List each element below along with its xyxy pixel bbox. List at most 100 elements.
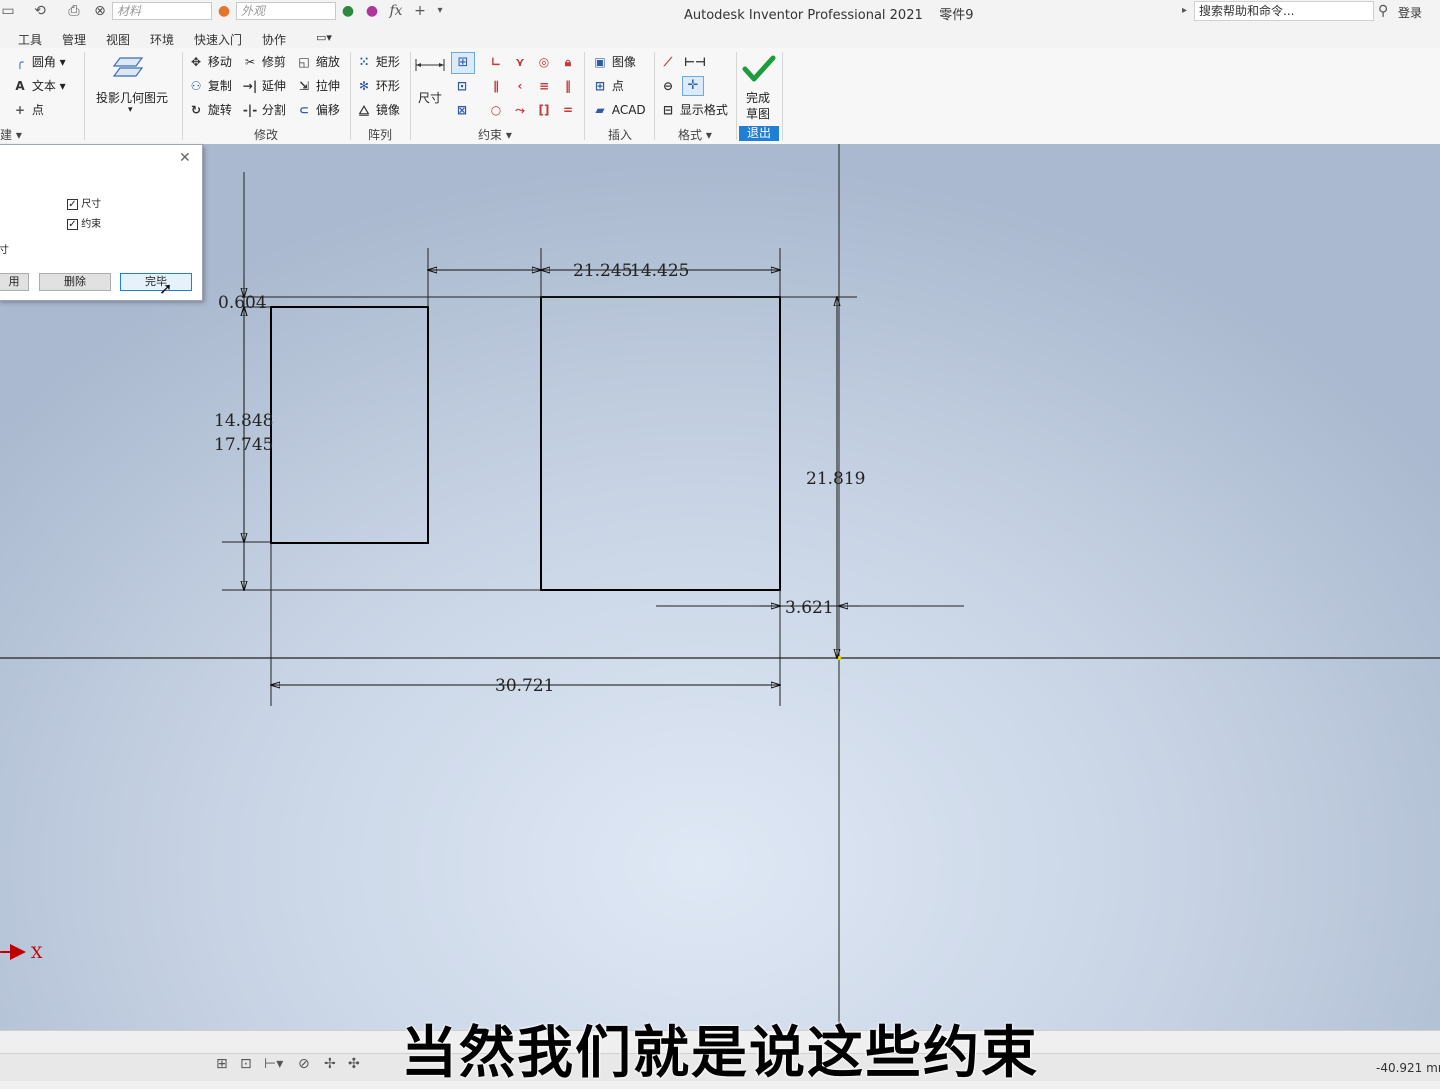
material-combo[interactable]: 材料 — [112, 2, 212, 20]
dimension-value[interactable]: 14.848 — [214, 411, 273, 431]
chevron-right-icon[interactable]: ▸ — [1182, 5, 1187, 16]
insert-acad-button[interactable]: ▰ ACAD — [592, 102, 645, 118]
apply-button[interactable]: 用 — [0, 273, 29, 291]
tab-collaborate[interactable]: 协作 — [262, 31, 286, 48]
adjust-icon[interactable]: ● — [340, 3, 356, 19]
insert-image-button[interactable]: ▣ 图像 — [592, 54, 636, 70]
image-icon: ▣ — [594, 55, 606, 69]
parameters-button[interactable]: fx — [388, 3, 404, 19]
format-group-label[interactable]: 格式 ▾ — [678, 126, 712, 143]
offset-icon: ⊂ — [298, 103, 310, 117]
point-button[interactable]: + 点 — [12, 102, 44, 118]
concentric-icon[interactable]: ◎ — [536, 54, 552, 70]
tab-view[interactable]: 视图 — [106, 31, 130, 48]
driven-dimension-icon[interactable]: ⊢⊣ — [684, 54, 706, 70]
dimension-value[interactable]: 0.604 — [218, 293, 267, 313]
sketch-rectangle-right[interactable] — [540, 296, 781, 591]
extend-icon: →| — [242, 79, 258, 93]
copy-button[interactable]: ⚇ 复制 — [188, 78, 232, 94]
smooth-icon[interactable]: ○ — [488, 102, 504, 118]
scale-icon: ◱ — [298, 55, 310, 69]
print-icon[interactable]: ⎙ — [66, 3, 82, 19]
save-icon[interactable]: ▭ — [0, 3, 16, 19]
tangent-icon[interactable]: ‹ — [512, 78, 528, 94]
ribbon-panel: ╭ 圆角 ▾ A 文本 ▾ + 点 建 ▾ 投影几何图元 ▾ ✥ 移动 ⚇ 复制… — [0, 48, 1440, 145]
format-icon: ⊟ — [662, 103, 674, 117]
ribbon-tabs: 工具 管理 视图 环境 快速入门 协作 ▭▾ — [0, 24, 1440, 49]
dimension-value[interactable]: 3.621 — [785, 598, 834, 618]
split-button[interactable]: -|- 分割 — [242, 102, 286, 118]
video-subtitle: 当然我们就是说这些约束 — [401, 1021, 1039, 1086]
undo-icon[interactable]: ⟲ — [32, 3, 48, 19]
dimension-button[interactable]: 尺寸 — [418, 90, 442, 106]
vertical-icon[interactable]: ‖ — [560, 78, 576, 94]
customize-chevron-icon[interactable]: ▾ — [432, 3, 448, 19]
appearance-combo[interactable]: 外观 — [236, 2, 336, 20]
dimension-value[interactable]: 21.245 — [573, 261, 632, 281]
dimension-value[interactable]: 21.819 — [806, 469, 865, 489]
equal-icon[interactable]: = — [560, 102, 576, 118]
insert-points-button[interactable]: ⊞ 点 — [592, 78, 624, 94]
checkbox-checked-icon: ✓ — [67, 198, 78, 210]
project-geometry-icon — [112, 54, 152, 80]
clear-appearance-icon[interactable]: ● — [364, 3, 380, 19]
extension-lines — [222, 172, 964, 706]
done-button[interactable]: 完毕 — [120, 273, 192, 291]
mirror-button[interactable]: ⧋ 镜像 — [356, 102, 400, 118]
tab-get-started[interactable]: 快速入门 — [194, 31, 242, 48]
create-group-label[interactable]: 建 ▾ — [0, 126, 22, 143]
symmetric-icon[interactable]: ⤳ — [512, 102, 528, 118]
perpendicular-icon[interactable]: ∟ — [488, 54, 504, 70]
scale-button[interactable]: ◱ 缩放 — [296, 54, 340, 70]
move-button[interactable]: ✥ 移动 — [188, 54, 232, 70]
horizontal-icon[interactable]: [] — [536, 102, 552, 118]
plus-icon[interactable]: + — [412, 3, 428, 19]
dimension-checkbox[interactable]: ✓ 尺寸 — [67, 195, 101, 210]
dimension-value[interactable]: 30.721 — [495, 676, 554, 696]
stretch-button[interactable]: ⇲ 拉伸 — [296, 78, 340, 94]
delete-button[interactable]: 删除 — [39, 273, 111, 291]
finish-sketch-check-icon[interactable] — [742, 54, 776, 84]
move-icon: ✥ — [190, 55, 202, 69]
trim-button[interactable]: ✂ 修剪 — [242, 54, 286, 70]
fix-icon[interactable]: 🔒︎ — [560, 54, 576, 70]
rotate-icon: ↻ — [190, 103, 202, 117]
graphics-window[interactable]: 0.604 21.245 14.425 14.848 17.745 21.819… — [0, 144, 1440, 1030]
fillet-button[interactable]: ╭ 圆角 ▾ — [12, 54, 65, 70]
show-format-button[interactable]: ⊟ 显示格式 — [660, 102, 728, 118]
rect-pattern-button[interactable]: ⁙ 矩形 — [356, 54, 400, 70]
rotate-button[interactable]: ↻ 旋转 — [188, 102, 232, 118]
panel-options-icon[interactable]: ▭▾ — [316, 31, 332, 44]
close-icon[interactable]: ✕ — [179, 150, 191, 166]
extend-button[interactable]: →| 延伸 — [242, 78, 286, 94]
coincident-icon[interactable]: ⋎ — [512, 54, 528, 70]
offset-button[interactable]: ⊂ 偏移 — [296, 102, 340, 118]
show-constraints-icon[interactable]: ⊡ — [454, 78, 470, 94]
dimension-value[interactable]: 17.745 — [214, 435, 273, 455]
separator — [84, 52, 85, 140]
tab-tools[interactable]: 工具 — [18, 31, 42, 48]
dimension-value[interactable]: 14.425 — [630, 261, 689, 281]
constrain-group-label[interactable]: 约束 ▾ — [478, 126, 512, 143]
help-search-input[interactable]: 搜索帮助和命令... — [1194, 1, 1374, 21]
center-point-icon[interactable]: ✛ — [682, 76, 704, 96]
sketch-rectangle-left[interactable] — [270, 306, 429, 544]
construction-icon[interactable]: ⟋ — [660, 54, 676, 70]
constraint-checkbox[interactable]: ✓ 约束 — [67, 215, 101, 230]
constraint-settings-icon[interactable]: ⊠ — [454, 102, 470, 118]
dimension-lines — [244, 270, 860, 685]
origin-point[interactable] — [837, 656, 841, 660]
tab-manage[interactable]: 管理 — [62, 31, 86, 48]
edit-dialog[interactable]: ✕ ✓ 尺寸 ✓ 约束 寸 用 删除 完毕 ➚ — [0, 144, 203, 301]
collinear-icon[interactable]: ≡ — [536, 78, 552, 94]
login-link[interactable]: 登录 — [1398, 4, 1422, 21]
project-chevron-icon[interactable]: ▾ — [128, 102, 133, 118]
tab-environments[interactable]: 环境 — [150, 31, 174, 48]
centerline-icon[interactable]: ⊖ — [660, 78, 676, 94]
fillet-icon: ╭ — [16, 55, 24, 69]
parallel-icon[interactable]: ∥ — [488, 78, 504, 94]
finish-sketch-button[interactable]: 完成 草图 — [746, 90, 770, 122]
auto-dimension-icon[interactable]: ⊞ — [451, 52, 475, 74]
text-button[interactable]: A 文本 ▾ — [12, 78, 65, 94]
circular-pattern-button[interactable]: ✻ 环形 — [356, 78, 400, 94]
